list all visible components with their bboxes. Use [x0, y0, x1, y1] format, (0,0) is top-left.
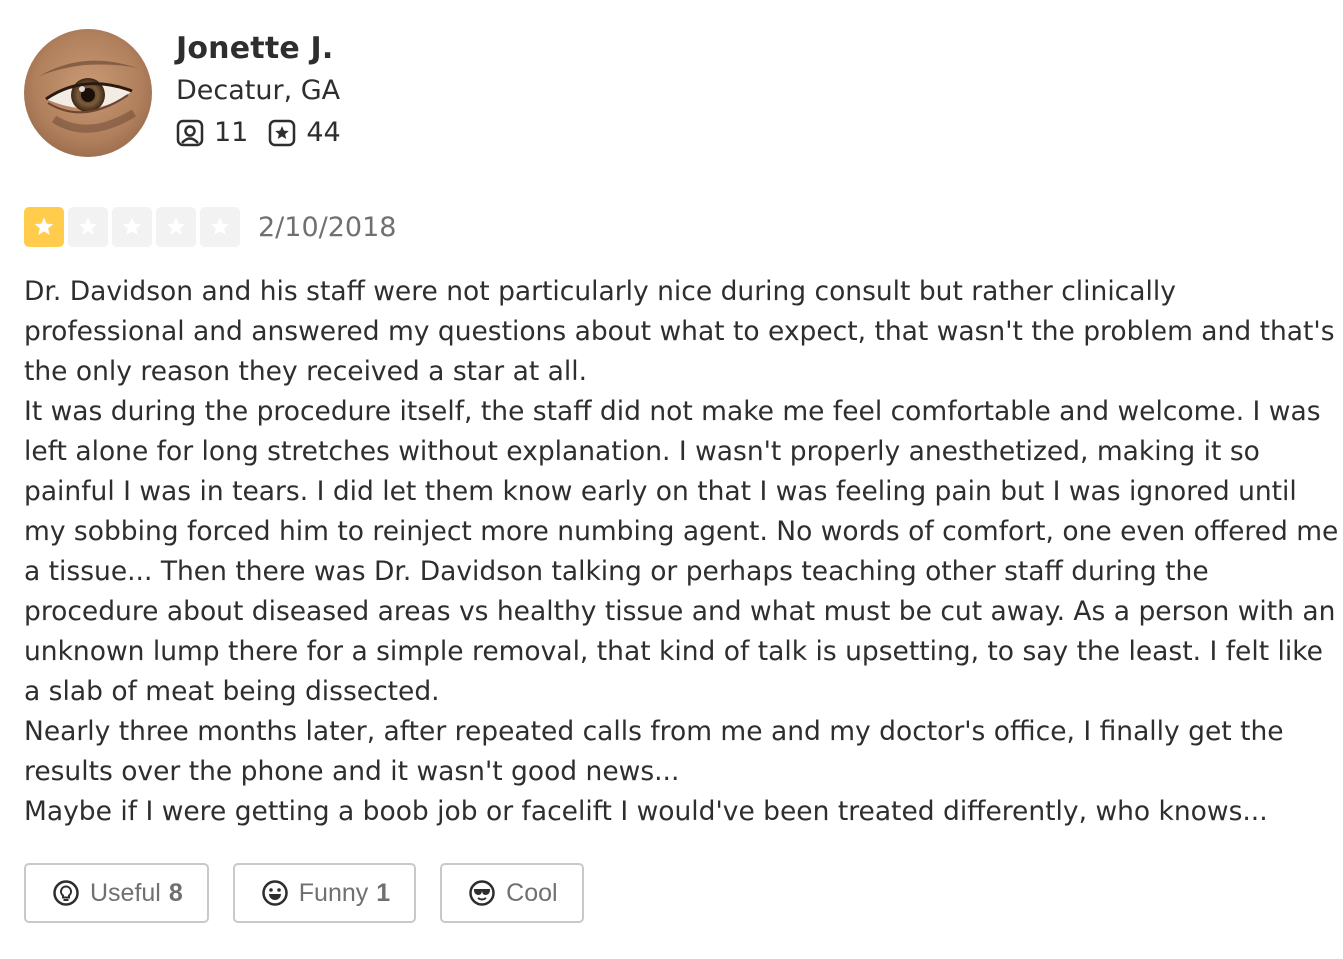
review-paragraph: Maybe if I were getting a boob job or fa… [24, 796, 1268, 827]
funny-label: Funny [298, 878, 369, 907]
user-info: Jonette J. Decatur, GA 11 44 [176, 29, 361, 148]
review-paragraph: Dr. Davidson and his staff were not part… [24, 276, 1335, 387]
user-passport: Jonette J. Decatur, GA 11 44 [24, 29, 361, 157]
review-paragraph: Nearly three months later, after repeate… [24, 716, 1284, 787]
funny-count: 1 [376, 878, 391, 907]
useful-label: Useful [90, 878, 161, 907]
star-icon [210, 217, 230, 235]
cool-button[interactable]: Cool [440, 863, 584, 923]
star-rating-3 [112, 207, 152, 247]
star-icon [34, 217, 54, 235]
friends-stat: 11 [176, 117, 248, 148]
user-stats: 11 44 [176, 117, 361, 148]
useful-button[interactable]: Useful 8 [24, 863, 209, 923]
review-card: Jonette J. Decatur, GA 11 44 2/10/2018 D… [0, 0, 1343, 959]
smiley-icon [262, 880, 288, 906]
star-icon [122, 217, 142, 235]
review-text: Dr. Davidson and his staff were not part… [24, 272, 1340, 832]
user-location: Decatur, GA [176, 75, 341, 106]
review-actions: Useful 8 Funny 1 Cool [24, 863, 608, 923]
star-rating-5 [200, 207, 240, 247]
avatar[interactable] [24, 29, 152, 157]
star-icon [166, 217, 186, 235]
star-rating-4 [156, 207, 196, 247]
star-rating-2 [68, 207, 108, 247]
review-date: 2/10/2018 [258, 211, 397, 243]
cool-label: Cool [506, 878, 558, 907]
sunglasses-icon [469, 880, 495, 906]
review-paragraph: It was during the procedure itself, the … [24, 396, 1339, 707]
rating-row: 2/10/2018 [24, 207, 396, 247]
useful-count: 8 [168, 878, 183, 907]
star-rating-1 [24, 207, 64, 247]
friends-count: 11 [214, 117, 249, 148]
funny-button[interactable]: Funny 1 [232, 863, 417, 923]
star-icon [78, 217, 98, 235]
reviews-stat: 44 [268, 117, 341, 148]
friends-icon [176, 119, 204, 146]
reviews-star-icon [269, 119, 296, 146]
reviews-count: 44 [306, 117, 341, 148]
user-name[interactable]: Jonette J. [176, 29, 361, 69]
lightbulb-icon [53, 880, 79, 906]
profile-photo-eye-icon [24, 29, 152, 157]
